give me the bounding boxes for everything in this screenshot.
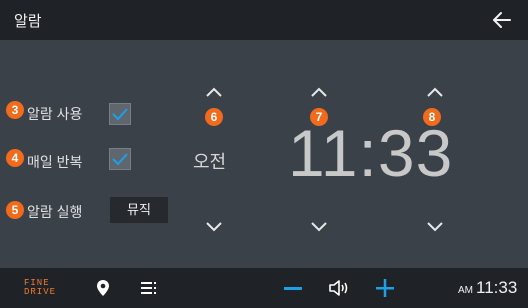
alarm-screen: 알람 3 알람 사용 4 매일 반복 5 알람 실행 뮤직 6 7 8 오전 1… [0,0,528,308]
clock-ampm: AM [458,285,473,296]
time-separator: : [358,116,378,190]
clock-time: 11:33 [476,278,518,297]
minute-up-icon[interactable] [425,86,445,98]
hour-up-icon[interactable] [309,86,329,98]
badge-4: 4 [6,149,24,167]
status-clock: AM 11:33 [458,278,517,298]
volume-down-icon[interactable] [284,287,302,290]
badge-3: 3 [6,101,24,119]
alarm-use-checkbox[interactable] [109,103,131,125]
checkmark-icon [112,153,128,166]
logo-line2: DRIVE [24,287,57,297]
minute-value[interactable]: 33 [378,116,453,190]
time-display: 11:33 [288,118,453,188]
ampm-up-icon[interactable] [204,86,224,98]
hour-value[interactable]: 11 [288,116,359,190]
minute-down-icon[interactable] [425,220,445,232]
alarm-action-label: 알람 실행 [27,204,83,220]
ampm-value[interactable]: 오전 [193,148,226,174]
repeat-daily-checkbox[interactable] [109,148,131,170]
hour-down-icon[interactable] [309,220,329,232]
arrow-left-icon[interactable] [492,10,512,30]
bottom-bar [0,268,528,308]
top-bar: 알람 [0,0,528,40]
menu-icon[interactable] [141,281,157,295]
repeat-daily-label: 매일 반복 [27,154,83,170]
music-button[interactable]: 뮤직 [110,197,168,223]
alarm-use-label: 알람 사용 [27,106,83,122]
badge-5: 5 [6,201,24,219]
badge-6: 6 [205,108,223,126]
page-title: 알람 [14,13,42,30]
finedrive-logo[interactable]: FINE DRIVE [24,279,56,297]
volume-up-icon[interactable] [376,279,394,297]
speaker-icon[interactable] [328,279,350,297]
checkmark-icon [112,108,128,121]
ampm-down-icon[interactable] [204,220,224,232]
location-pin-icon[interactable] [96,279,110,297]
